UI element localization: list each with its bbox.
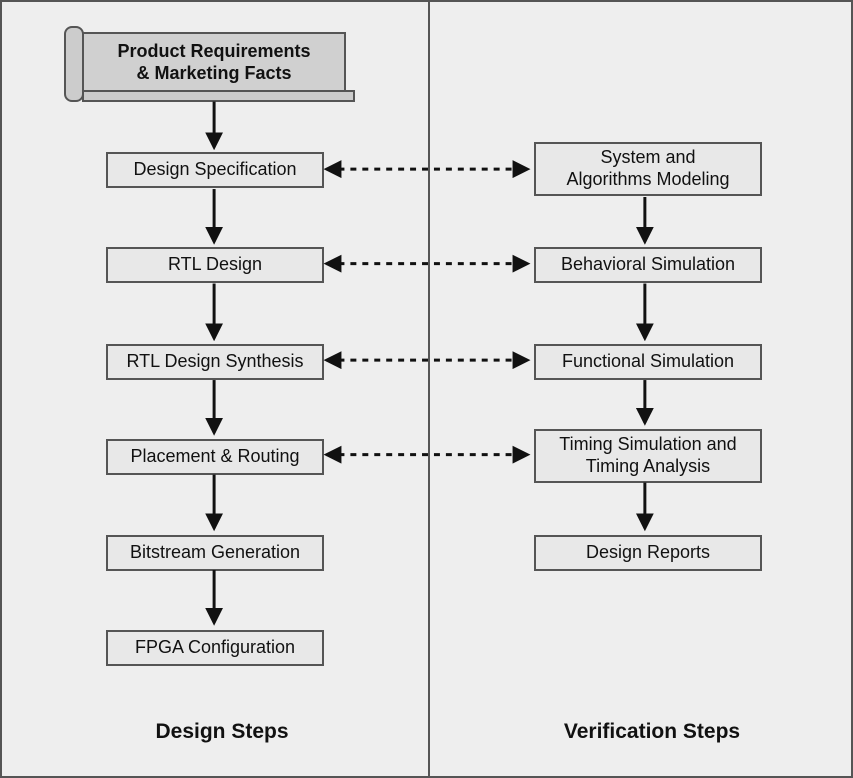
diagram-canvas: Product Requirements & Marketing Facts D…: [0, 0, 853, 778]
box-design-specification: Design Specification: [106, 152, 324, 188]
box-rtl-design: RTL Design: [106, 247, 324, 283]
scroll-bottom-bar: [82, 90, 355, 102]
label-design-steps: Design Steps: [142, 720, 302, 744]
box-system-algorithms-modeling: System and Algorithms Modeling: [534, 142, 762, 196]
box-placement-routing: Placement & Routing: [106, 439, 324, 475]
scroll-left-cap: [64, 26, 84, 102]
box-bitstream-generation: Bitstream Generation: [106, 535, 324, 571]
box-timing-simulation-analysis: Timing Simulation and Timing Analysis: [534, 429, 762, 483]
vertical-divider: [428, 2, 430, 776]
box-product-requirements: Product Requirements & Marketing Facts: [82, 32, 346, 94]
box-rtl-design-synthesis: RTL Design Synthesis: [106, 344, 324, 380]
box-behavioral-simulation: Behavioral Simulation: [534, 247, 762, 283]
box-design-reports: Design Reports: [534, 535, 762, 571]
box-functional-simulation: Functional Simulation: [534, 344, 762, 380]
box-fpga-configuration: FPGA Configuration: [106, 630, 324, 666]
label-verification-steps: Verification Steps: [552, 720, 752, 744]
